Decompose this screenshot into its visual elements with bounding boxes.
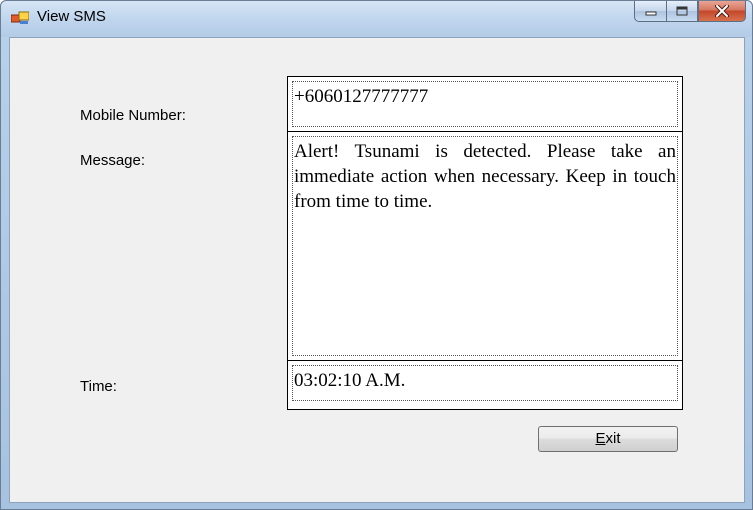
mobile-number-field[interactable]: +6060127777777 bbox=[288, 77, 682, 132]
mobile-number-value: +6060127777777 bbox=[292, 81, 678, 127]
exit-label: xit bbox=[605, 430, 621, 447]
message-value: Alert! Tsunami is detected. Please take … bbox=[292, 136, 678, 356]
exit-mnemonic: E bbox=[595, 430, 606, 447]
exit-button[interactable]: Exit bbox=[538, 426, 678, 452]
minimize-icon bbox=[645, 11, 656, 16]
view-sms-window: View SMS Mobile Number: Message: Time: +… bbox=[0, 0, 753, 510]
app-icon bbox=[11, 11, 29, 24]
maximize-button[interactable] bbox=[666, 1, 698, 22]
close-icon bbox=[715, 5, 729, 17]
message-field[interactable]: Alert! Tsunami is detected. Please take … bbox=[288, 132, 682, 361]
time-label: Time: bbox=[80, 378, 117, 395]
message-label: Message: bbox=[80, 152, 146, 169]
title-bar[interactable]: View SMS bbox=[1, 1, 752, 37]
time-field[interactable]: 03:02:10 A.M. bbox=[288, 361, 682, 409]
mobile-number-label: Mobile Number: bbox=[80, 107, 186, 124]
window-controls bbox=[634, 1, 746, 23]
form-client-area: Mobile Number: Message: Time: +606012777… bbox=[9, 37, 745, 503]
time-value: 03:02:10 A.M. bbox=[292, 365, 678, 401]
close-button[interactable] bbox=[698, 1, 746, 22]
maximize-icon bbox=[676, 6, 688, 16]
minimize-button[interactable] bbox=[634, 1, 666, 22]
window-title: View SMS bbox=[37, 8, 106, 25]
